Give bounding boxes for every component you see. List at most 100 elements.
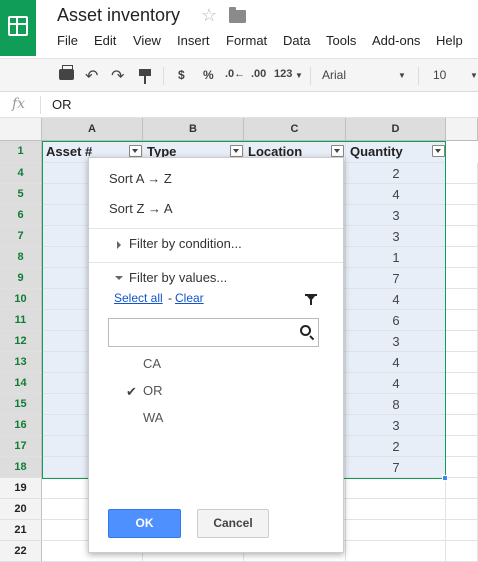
more-formats-button[interactable]: 123 (274, 68, 292, 80)
grid-cell[interactable] (446, 226, 478, 247)
grid-cell[interactable] (446, 163, 478, 184)
grid-cell[interactable] (446, 478, 478, 499)
filter-by-condition-option[interactable]: Filter by condition... (129, 236, 242, 251)
row-header[interactable]: 18 (0, 457, 42, 478)
sort-z-a-option[interactable]: Sort Z → A (109, 201, 173, 216)
grid-cell[interactable] (446, 289, 478, 310)
select-all-corner[interactable] (0, 118, 42, 141)
font-size-select[interactable]: 10 (433, 68, 446, 82)
quantity-cell[interactable]: 6 (346, 310, 446, 331)
grid-cell[interactable] (446, 541, 478, 562)
row-header[interactable]: 9 (0, 268, 42, 289)
quantity-cell[interactable]: 4 (346, 373, 446, 394)
menu-insert[interactable]: Insert (177, 33, 210, 48)
grid-cell[interactable] (446, 457, 478, 478)
quantity-cell[interactable]: 3 (346, 226, 446, 247)
row-header[interactable]: 4 (0, 163, 42, 184)
formula-input[interactable]: OR (52, 97, 72, 112)
row-header[interactable]: 11 (0, 310, 42, 331)
filter-button-location[interactable] (331, 145, 344, 157)
grid-cell[interactable] (446, 415, 478, 436)
menu-help[interactable]: Help (436, 33, 463, 48)
quantity-cell[interactable]: 3 (346, 415, 446, 436)
document-title[interactable]: Asset inventory (57, 5, 180, 26)
grid-cell[interactable] (446, 310, 478, 331)
clear-link[interactable]: Clear (175, 291, 204, 305)
grid-cell[interactable] (346, 520, 446, 541)
grid-cell[interactable] (446, 436, 478, 457)
select-all-link[interactable]: Select all (114, 291, 163, 305)
filter-button-type[interactable] (230, 145, 243, 157)
menu-view[interactable]: View (133, 33, 161, 48)
font-family-select[interactable]: Arial (322, 68, 346, 82)
chevron-down-icon[interactable]: ▼ (398, 71, 406, 80)
grid-cell[interactable] (446, 247, 478, 268)
row-header[interactable]: 5 (0, 184, 42, 205)
header-cell-quantity[interactable]: Quantity (346, 141, 446, 163)
star-icon[interactable]: ☆ (201, 5, 217, 26)
grid-cell[interactable] (446, 394, 478, 415)
value-item-or[interactable]: OR (143, 383, 163, 398)
chevron-down-icon[interactable]: ▼ (295, 71, 303, 80)
chevron-down-icon[interactable]: ▼ (470, 71, 478, 80)
row-header[interactable]: 16 (0, 415, 42, 436)
row-header[interactable]: 10 (0, 289, 42, 310)
grid-cell[interactable] (446, 184, 478, 205)
quantity-cell[interactable]: 1 (346, 247, 446, 268)
print-icon[interactable] (59, 65, 74, 80)
quantity-cell[interactable]: 7 (346, 457, 446, 478)
row-header[interactable]: 20 (0, 499, 42, 520)
column-header-c[interactable]: C (244, 118, 346, 141)
grid-cell[interactable] (446, 205, 478, 226)
filter-by-values-option[interactable]: Filter by values... (129, 270, 227, 285)
sort-a-z-option[interactable]: Sort A → Z (109, 171, 172, 186)
filter-button-quantity[interactable] (432, 145, 445, 157)
quantity-cell[interactable]: 3 (346, 331, 446, 352)
percent-format-button[interactable]: % (203, 68, 214, 82)
row-header[interactable]: 7 (0, 226, 42, 247)
menu-addons[interactable]: Add-ons (372, 33, 420, 48)
decrease-decimals-button[interactable]: .0← (225, 68, 245, 80)
row-header[interactable]: 19 (0, 478, 42, 499)
row-header[interactable]: 12 (0, 331, 42, 352)
quantity-cell[interactable]: 2 (346, 436, 446, 457)
sheets-logo-icon[interactable] (0, 0, 36, 56)
value-item-wa[interactable]: WA (143, 410, 163, 425)
paint-format-icon[interactable] (139, 69, 151, 84)
search-icon[interactable] (300, 325, 311, 336)
row-header[interactable]: 14 (0, 373, 42, 394)
row-header[interactable]: 15 (0, 394, 42, 415)
filter-button-asset[interactable] (129, 145, 142, 157)
row-header[interactable]: 1 (0, 141, 42, 163)
grid-cell[interactable] (346, 541, 446, 562)
grid-cell[interactable] (446, 373, 478, 394)
menu-data[interactable]: Data (283, 33, 310, 48)
grid-cell[interactable] (446, 331, 478, 352)
column-header-b[interactable]: B (143, 118, 244, 141)
row-header[interactable]: 8 (0, 247, 42, 268)
undo-icon[interactable]: ↶ (85, 66, 98, 86)
row-header[interactable]: 6 (0, 205, 42, 226)
row-header[interactable]: 22 (0, 541, 42, 562)
row-header[interactable]: 21 (0, 520, 42, 541)
grid-cell[interactable] (446, 499, 478, 520)
ok-button[interactable]: OK (108, 509, 181, 538)
row-header[interactable]: 17 (0, 436, 42, 457)
menu-tools[interactable]: Tools (326, 33, 356, 48)
menu-file[interactable]: File (57, 33, 78, 48)
currency-format-button[interactable]: $ (178, 68, 185, 82)
quantity-cell[interactable]: 4 (346, 184, 446, 205)
menu-format[interactable]: Format (226, 33, 267, 48)
grid-cell[interactable] (446, 268, 478, 289)
column-header-e[interactable] (446, 118, 478, 141)
quantity-cell[interactable]: 3 (346, 205, 446, 226)
quantity-cell[interactable]: 8 (346, 394, 446, 415)
quantity-cell[interactable]: 4 (346, 352, 446, 373)
grid-cell[interactable] (446, 352, 478, 373)
redo-icon[interactable]: ↷ (111, 66, 124, 86)
quantity-cell[interactable]: 7 (346, 268, 446, 289)
column-header-a[interactable]: A (42, 118, 143, 141)
value-item-ca[interactable]: CA (143, 356, 161, 371)
grid-cell[interactable] (346, 478, 446, 499)
menu-edit[interactable]: Edit (94, 33, 116, 48)
